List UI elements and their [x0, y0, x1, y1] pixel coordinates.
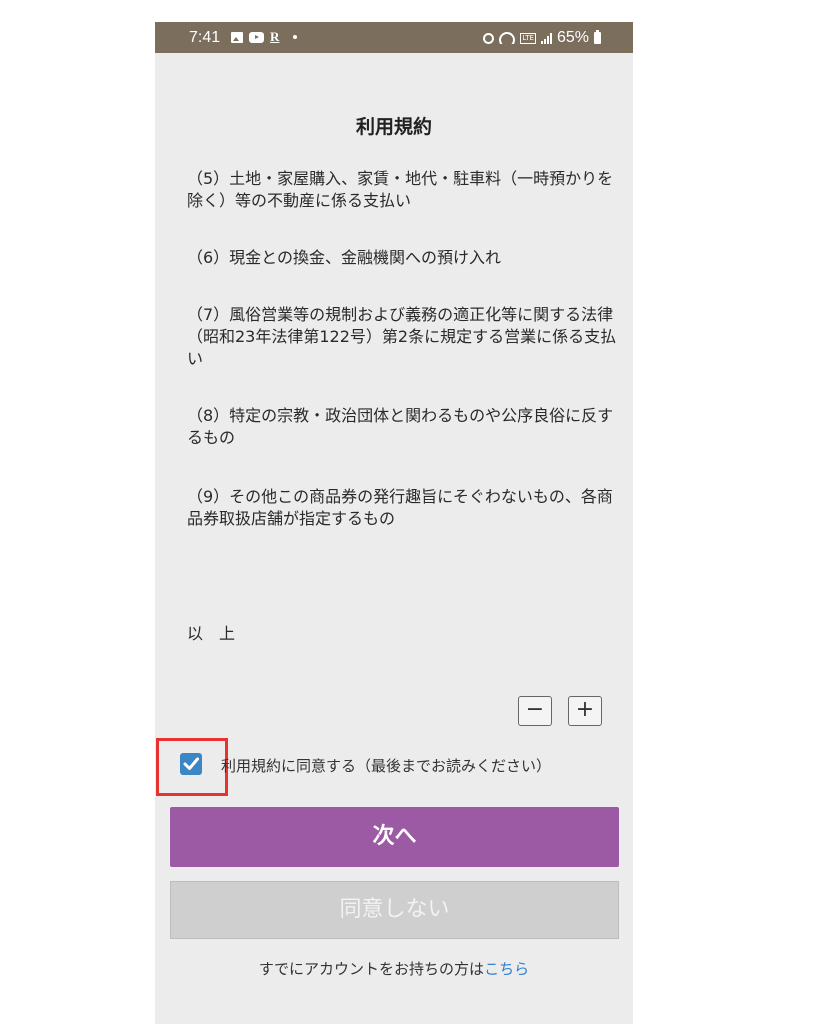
- status-left-icons: R: [231, 29, 298, 45]
- r-icon: R: [270, 29, 280, 44]
- page-title: 利用規約: [355, 116, 432, 138]
- agree-checkbox[interactable]: [180, 753, 202, 775]
- terms-item-8: （8）特定の宗教・政治団体と関わるものや公序良俗に反するもの: [187, 406, 614, 447]
- checkmark-icon: [183, 757, 199, 770]
- terms-closing: 以 上: [187, 624, 236, 643]
- disagree-button[interactable]: 同意しない: [170, 881, 619, 939]
- existing-account-line: すでにアカウントをお持ちの方はこちら: [155, 958, 633, 979]
- terms-item-6: （6）現金との換金、金融機関への預け入れ: [187, 248, 502, 267]
- signal-icon: [540, 32, 552, 44]
- terms-item-9: （9）その他この商品券の発行趣旨にそぐわないもの、各商品券取扱店舗が指定するもの: [187, 487, 613, 528]
- wifi-icon: [499, 32, 516, 44]
- next-button[interactable]: 次へ: [170, 807, 619, 867]
- agree-label[interactable]: 利用規約に同意する（最後までお読みください）: [221, 755, 551, 776]
- youtube-icon: [249, 31, 264, 43]
- dot-icon: [293, 35, 298, 39]
- status-right-icons: LTE 65%: [483, 29, 601, 47]
- terms-item-7: （7）風俗営業等の規制および義務の適正化等に関する法律（昭和23年法律第122号…: [187, 305, 617, 368]
- existing-account-text: すでにアカウントをお持ちの方は: [258, 960, 485, 978]
- volte-icon: LTE: [520, 32, 536, 44]
- phone-screen: 7:41 R LTE 65% 利用規約 （5）土地・家屋購入、家賃・地代・駐車料…: [155, 22, 633, 1024]
- battery-icon: [594, 30, 601, 44]
- status-bar: 7:41 R LTE 65%: [155, 22, 633, 53]
- existing-account-link[interactable]: こちら: [484, 960, 529, 978]
- battery-percent: 65%: [556, 29, 589, 46]
- terms-item-5: （5）土地・家屋購入、家賃・地代・駐車料（一時預かりを除く）等の不動産に係る支払…: [187, 169, 614, 210]
- gallery-icon: [231, 31, 243, 43]
- status-time: 7:41: [189, 29, 221, 46]
- alarm-icon: [483, 32, 495, 44]
- zoom-out-button[interactable]: −: [518, 696, 552, 726]
- zoom-in-button[interactable]: +: [568, 696, 602, 726]
